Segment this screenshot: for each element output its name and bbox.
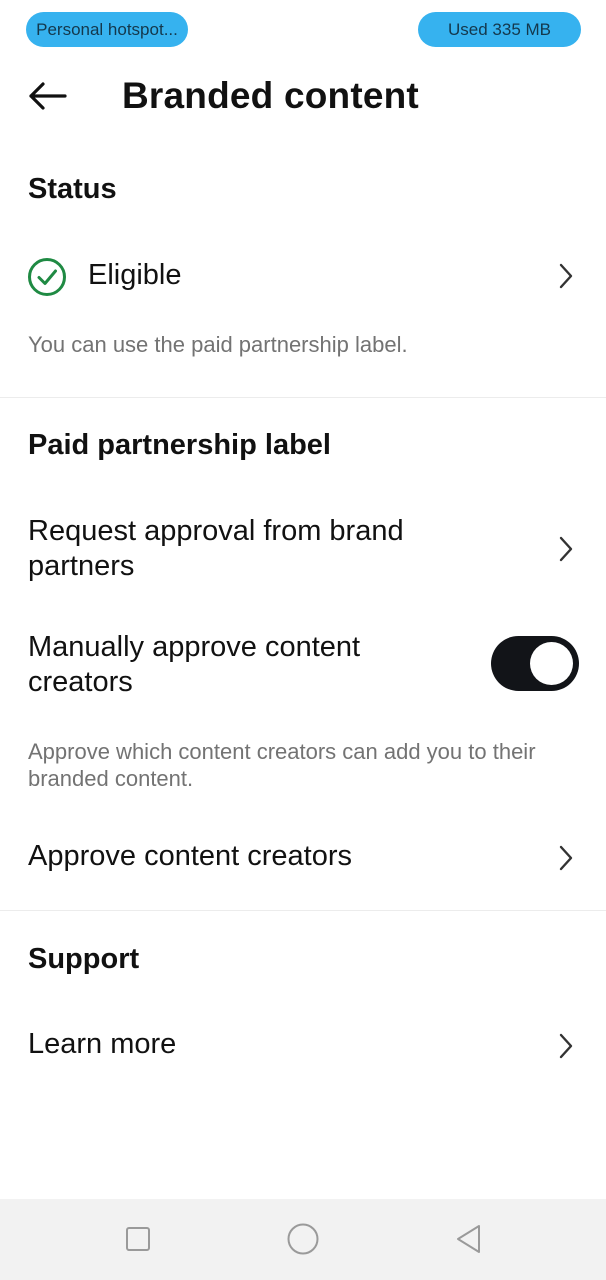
page-title: Branded content	[122, 75, 419, 116]
manual-approve-toggle[interactable]	[491, 636, 579, 691]
home-button[interactable]	[283, 1219, 323, 1259]
circle-icon	[287, 1223, 319, 1255]
chevron-right-icon	[559, 263, 573, 289]
learn-more-row[interactable]: Learn more	[0, 1024, 606, 1068]
recent-apps-button[interactable]	[118, 1219, 158, 1259]
paid-partnership-section-title: Paid partnership label	[28, 429, 331, 461]
support-section-title: Support	[28, 943, 140, 975]
manual-approve-description: Approve which content creators can add y…	[28, 739, 536, 791]
chevron-right-icon	[559, 845, 573, 871]
manual-approve-label: Manually approve content creators	[28, 631, 361, 698]
learn-more-label: Learn more	[28, 1028, 177, 1060]
toggle-knob	[530, 642, 573, 685]
header: Branded content	[0, 66, 606, 126]
system-nav-bar	[0, 1199, 606, 1280]
chevron-right-icon	[559, 1033, 573, 1059]
divider	[0, 397, 606, 398]
square-icon	[126, 1227, 150, 1251]
arrow-left-icon	[29, 82, 67, 110]
approve-creators-label: Approve content creators	[28, 840, 353, 872]
divider	[0, 910, 606, 911]
back-nav-button[interactable]	[448, 1219, 488, 1259]
triangle-back-icon	[457, 1225, 480, 1253]
status-row[interactable]: Eligible	[0, 248, 606, 304]
status-description: You can use the paid partnership label.	[28, 332, 408, 357]
request-approval-row[interactable]: Request approval from brand partners	[0, 512, 606, 588]
approve-creators-row[interactable]: Approve content creators	[0, 836, 606, 880]
chevron-right-icon	[559, 536, 573, 562]
hotspot-indicator[interactable]: Personal hotspot...	[26, 12, 188, 47]
request-approval-label: Request approval from brand partners	[28, 515, 404, 582]
status-label: Eligible	[88, 259, 182, 291]
check-circle-icon	[28, 258, 66, 296]
back-button[interactable]	[22, 74, 72, 118]
status-section-title: Status	[28, 173, 117, 205]
data-usage-indicator[interactable]: Used 335 MB	[418, 12, 581, 47]
